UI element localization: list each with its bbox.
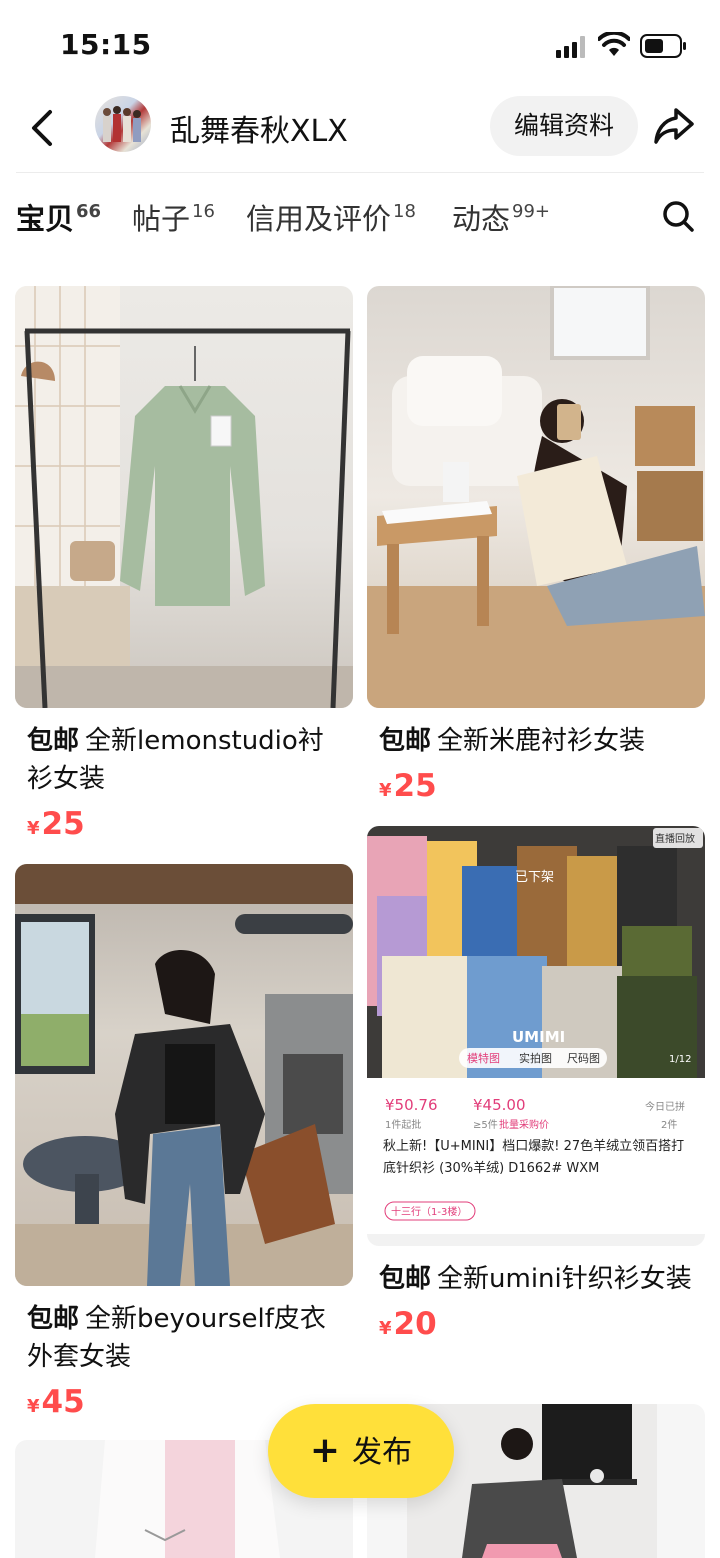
- profile-header: 乱舞春秋XLX 编辑资料: [0, 92, 720, 172]
- price-value: 25: [393, 768, 437, 804]
- tab-credit-label: 信用及评价: [246, 202, 392, 236]
- back-icon[interactable]: [26, 106, 60, 150]
- price-bulk-note: ≥5件: [473, 1119, 498, 1131]
- product-price: ¥25: [15, 806, 353, 842]
- price-currency: ¥: [379, 780, 392, 801]
- price-currency: ¥: [27, 818, 40, 839]
- image-tab-size: 尺码图: [567, 1052, 600, 1065]
- live-replay-tag: 直播回放: [655, 832, 695, 845]
- product-title[interactable]: 包邮 全新beyourself皮衣外套女装: [15, 1300, 353, 1376]
- publish-button[interactable]: + 发布: [268, 1404, 454, 1498]
- price-single: ¥50.76: [385, 1096, 438, 1114]
- product-price: ¥20: [367, 1306, 705, 1342]
- free-shipping-badge: 包邮: [379, 1264, 432, 1294]
- price-single-note: 1件起批: [385, 1118, 421, 1131]
- publish-label: 发布: [352, 1435, 413, 1470]
- search-icon[interactable]: [662, 200, 694, 232]
- status-time: 15:15: [60, 28, 152, 61]
- tab-activity-label: 动态: [452, 202, 511, 236]
- unlisted-label: 已下架: [515, 870, 554, 885]
- plus-icon: +: [309, 1430, 341, 1471]
- product-image[interactable]: [367, 286, 705, 708]
- price-value: 25: [41, 806, 85, 842]
- ship-count: 2件: [661, 1119, 677, 1131]
- free-shipping-badge: 包邮: [27, 726, 80, 756]
- product-price: ¥25: [367, 768, 705, 804]
- product-image[interactable]: [15, 286, 353, 708]
- avatar[interactable]: [95, 96, 151, 152]
- status-bar: 15:15: [0, 0, 720, 92]
- product-title-text: 全新umini针织衫女装: [437, 1264, 692, 1294]
- product-card[interactable]: 包邮 全新beyourself皮衣外套女装 ¥45: [15, 864, 353, 1420]
- tab-posts-label: 帖子: [132, 202, 191, 236]
- price-value: 20: [393, 1306, 437, 1342]
- price-bulk: ¥45.00: [473, 1096, 526, 1114]
- signal-icon: [556, 36, 585, 58]
- product-image[interactable]: [15, 864, 353, 1286]
- image-tab-real: 实拍图: [519, 1051, 552, 1065]
- tab-posts[interactable]: 帖子 16: [132, 196, 215, 238]
- edit-profile-button[interactable]: 编辑资料: [490, 96, 638, 156]
- ship-note: 今日已拼: [645, 1100, 685, 1113]
- product-title[interactable]: 包邮 全新米鹿衬衫女装: [367, 722, 705, 760]
- free-shipping-badge: 包邮: [379, 726, 432, 756]
- share-icon[interactable]: [652, 106, 696, 146]
- price-currency: ¥: [27, 1396, 40, 1417]
- image-page-indicator: 1/12: [669, 1054, 691, 1065]
- product-card[interactable]: 包邮 全新lemonstudio衬衫女装 ¥25: [15, 286, 353, 842]
- tab-activity[interactable]: 动态 99+: [452, 196, 550, 238]
- header-divider: [16, 172, 704, 173]
- wifi-icon: [598, 32, 630, 56]
- stall-tag: 十三行（1-3楼）: [391, 1205, 467, 1218]
- free-shipping-badge: 包邮: [27, 1304, 80, 1334]
- price-value: 45: [41, 1384, 85, 1420]
- price-bulk-tag: 批量采购价: [499, 1118, 549, 1131]
- image-tab-model: 模特图: [467, 1051, 500, 1065]
- battery-icon: [640, 34, 686, 58]
- tab-activity-count: 99+: [512, 201, 551, 222]
- tab-items[interactable]: 宝贝 66: [16, 196, 101, 238]
- product-title[interactable]: 包邮 全新lemonstudio衬衫女装: [15, 722, 353, 798]
- product-card[interactable]: 包邮 全新米鹿衬衫女装 ¥25: [367, 286, 705, 804]
- tab-credit[interactable]: 信用及评价 18: [246, 196, 416, 238]
- tab-posts-count: 16: [192, 201, 215, 222]
- username: 乱舞春秋XLX: [170, 114, 348, 149]
- tab-items-label: 宝贝: [16, 202, 75, 236]
- tab-items-count: 66: [76, 201, 102, 222]
- price-currency: ¥: [379, 1318, 392, 1339]
- brand-label: UMIMI: [512, 1028, 565, 1046]
- tab-credit-count: 18: [393, 201, 416, 222]
- profile-tabs: 宝贝 66 帖子 16 信用及评价 18 动态 99+: [0, 190, 720, 250]
- product-image[interactable]: 直播回放 已下架 UMIMI 模特图 实拍图 尺码图 1/12 ¥50.76 1…: [367, 826, 705, 1246]
- product-title[interactable]: 包邮 全新umini针织衫女装: [367, 1260, 705, 1298]
- product-card[interactable]: 直播回放 已下架 UMIMI 模特图 实拍图 尺码图 1/12 ¥50.76 1…: [367, 826, 705, 1342]
- listing-desc: 秋上新!【U+MINI】档口爆款! 27色羊绒立领百搭打底针织衫 (30%羊绒)…: [383, 1139, 685, 1176]
- product-title-text: 全新米鹿衬衫女装: [437, 726, 646, 756]
